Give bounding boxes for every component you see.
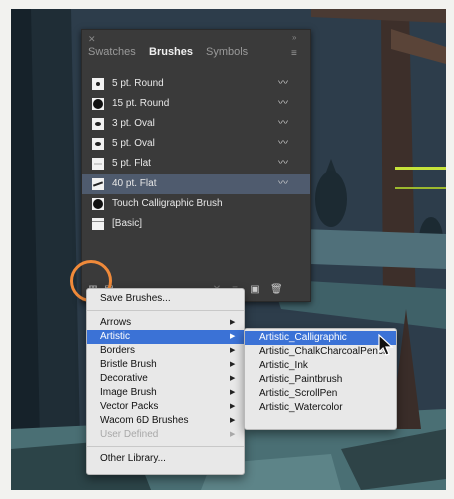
- collapse-icon[interactable]: »: [292, 33, 297, 42]
- tab-brushes[interactable]: Brushes: [149, 46, 193, 58]
- new-brush-icon[interactable]: ▣: [250, 284, 260, 295]
- stroke-preview-icon: 〰: [278, 138, 288, 149]
- menu-item-image-brush[interactable]: Image Brush ▶: [87, 386, 244, 400]
- brush-item[interactable]: 5 pt. Oval 〰: [82, 134, 310, 154]
- submenu-arrow-icon: ▶: [230, 361, 236, 368]
- submenu-arrow-icon: ▶: [230, 333, 236, 340]
- artistic-submenu: Artistic_Calligraphic Artistic_ChalkChar…: [244, 328, 397, 430]
- mouse-pointer-icon: [378, 334, 394, 356]
- submenu-arrow-icon: ▶: [230, 431, 236, 438]
- submenu-item-artistic-calligraphic[interactable]: Artistic_Calligraphic: [245, 331, 396, 345]
- stroke-preview-icon: 〰: [278, 98, 288, 109]
- brush-item[interactable]: 15 pt. Round 〰: [82, 94, 310, 114]
- close-icon[interactable]: ✕: [88, 34, 96, 45]
- brush-name: 5 pt. Oval: [112, 138, 155, 149]
- brush-name: 3 pt. Oval: [112, 118, 155, 129]
- brush-swatch-basic-icon: [92, 218, 104, 230]
- brush-list: 5 pt. Round 〰 15 pt. Round 〰 3 pt. Oval …: [82, 74, 310, 234]
- submenu-item-artistic-chalkcharcoalpencil[interactable]: Artistic_ChalkCharcoalPencil: [245, 345, 396, 359]
- brush-name: [Basic]: [112, 218, 143, 229]
- delete-brush-icon[interactable]: 🗑: [270, 284, 283, 295]
- menu-item-vector-packs[interactable]: Vector Packs ▶: [87, 400, 244, 414]
- brush-swatch-oval-icon: [92, 138, 104, 150]
- brush-item[interactable]: 3 pt. Oval 〰: [82, 114, 310, 134]
- stroke-preview-icon: 〰: [278, 178, 288, 189]
- brush-libraries-menu: Save Brushes... Arrows ▶ Artistic ▶ Bord…: [86, 288, 245, 475]
- submenu-item-artistic-watercolor[interactable]: Artistic_Watercolor: [245, 401, 396, 415]
- menu-item-bristle-brush[interactable]: Bristle Brush ▶: [87, 358, 244, 372]
- stroke-preview-icon: 〰: [278, 78, 288, 89]
- submenu-arrow-icon: ▶: [230, 403, 236, 410]
- brush-name: 15 pt. Round: [112, 98, 170, 109]
- submenu-arrow-icon: ▶: [230, 319, 236, 326]
- menu-item-other-library[interactable]: Other Library...: [87, 452, 244, 466]
- brush-item[interactable]: 5 pt. Round 〰: [82, 74, 310, 94]
- menu-item-arrows[interactable]: Arrows ▶: [87, 316, 244, 330]
- submenu-item-artistic-paintbrush[interactable]: Artistic_Paintbrush: [245, 373, 396, 387]
- submenu-arrow-icon: ▶: [230, 347, 236, 354]
- submenu-item-artistic-ink[interactable]: Artistic_Ink: [245, 359, 396, 373]
- submenu-arrow-icon: ▶: [230, 417, 236, 424]
- brush-item[interactable]: Touch Calligraphic Brush: [82, 194, 310, 214]
- menu-item-artistic[interactable]: Artistic ▶: [87, 330, 244, 344]
- brush-item[interactable]: 5 pt. Flat 〰: [82, 154, 310, 174]
- brush-name: 5 pt. Round: [112, 78, 164, 89]
- menu-item-user-defined: User Defined ▶: [100, 429, 236, 440]
- submenu-arrow-icon: ▶: [230, 375, 236, 382]
- brush-name: Touch Calligraphic Brush: [112, 198, 223, 209]
- submenu-arrow-icon: ▶: [230, 389, 236, 396]
- stroke-preview-icon: 〰: [278, 118, 288, 129]
- menu-divider: [87, 310, 244, 311]
- brush-name: 5 pt. Flat: [112, 158, 151, 169]
- menu-item-borders[interactable]: Borders ▶: [87, 344, 244, 358]
- screenshot-area: ✕ » Swatches Brushes Symbols ≡ 5 pt. Rou…: [11, 9, 446, 490]
- brush-swatch-flat-icon: [92, 178, 104, 190]
- panel-menu-icon[interactable]: ≡: [291, 48, 297, 59]
- panel-tabs: Swatches Brushes Symbols: [82, 46, 310, 66]
- brush-swatch-round-icon: [92, 98, 104, 110]
- brushes-panel: ✕ » Swatches Brushes Symbols ≡ 5 pt. Rou…: [81, 29, 311, 302]
- stroke-preview-icon: 〰: [278, 158, 288, 169]
- menu-item-save-brushes[interactable]: Save Brushes...: [87, 292, 244, 306]
- tab-symbols[interactable]: Symbols: [206, 46, 248, 58]
- brush-name: 40 pt. Flat: [112, 178, 157, 189]
- menu-item-decorative[interactable]: Decorative ▶: [87, 372, 244, 386]
- brush-swatch-round-icon: [92, 78, 104, 90]
- tab-swatches[interactable]: Swatches: [88, 46, 136, 58]
- menu-item-wacom-6d-brushes[interactable]: Wacom 6D Brushes ▶: [87, 414, 244, 428]
- brush-item[interactable]: [Basic]: [82, 214, 310, 234]
- brush-swatch-round-icon: [92, 198, 104, 210]
- brush-swatch-flat-icon: [92, 158, 104, 170]
- menu-divider: [87, 446, 244, 447]
- submenu-item-artistic-scrollpen[interactable]: Artistic_ScrollPen: [245, 387, 396, 401]
- brush-swatch-oval-icon: [92, 118, 104, 130]
- brush-item-selected[interactable]: 40 pt. Flat 〰: [82, 174, 310, 194]
